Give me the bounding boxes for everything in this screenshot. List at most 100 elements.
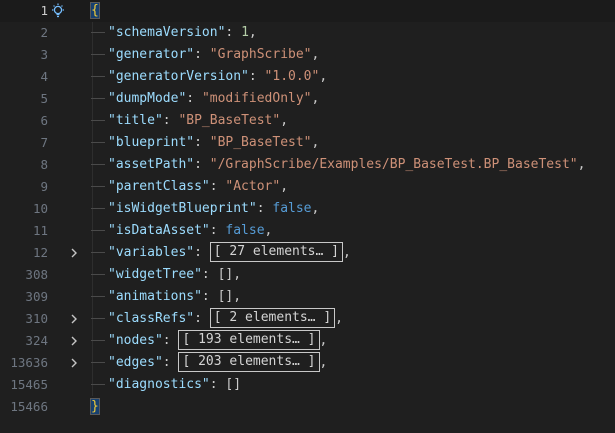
json-key: "classRefs" bbox=[108, 311, 195, 326]
json-punctuation: : bbox=[162, 333, 179, 348]
code-content: "generator": "GraphScribe", bbox=[91, 44, 319, 66]
line-number: 309 bbox=[25, 289, 48, 304]
whitespace-marker bbox=[91, 318, 105, 319]
json-key: "assetPath" bbox=[108, 157, 195, 172]
code-line[interactable]: 4 "generatorVersion": "1.0.0", bbox=[0, 66, 615, 88]
json-string-value: "Actor" bbox=[225, 179, 281, 194]
whitespace-marker bbox=[91, 340, 105, 341]
code-line[interactable]: 12 "variables": [ 27 elements… ], bbox=[0, 242, 615, 264]
code-line[interactable]: 5 "dumpMode": "modifiedOnly", bbox=[0, 88, 615, 110]
code-line[interactable]: 310 "classRefs": [ 2 elements… ], bbox=[0, 308, 615, 330]
collapsed-array-placeholder[interactable]: [ 193 elements… ] bbox=[178, 330, 320, 350]
code-line[interactable]: 13636 "edges": [ 203 elements… ], bbox=[0, 352, 615, 374]
line-number: 2 bbox=[40, 25, 48, 40]
json-punctuation: , bbox=[280, 113, 289, 128]
line-number: 310 bbox=[25, 311, 48, 326]
json-boolean-value: false bbox=[272, 201, 312, 216]
json-punctuation: : [], bbox=[201, 289, 242, 304]
matching-brace: { bbox=[90, 2, 100, 19]
line-number: 4 bbox=[40, 69, 48, 84]
code-line[interactable]: 15466} bbox=[0, 396, 615, 418]
chevron-right-icon[interactable] bbox=[68, 335, 80, 347]
json-punctuation: , bbox=[342, 245, 351, 260]
json-punctuation: , bbox=[311, 47, 320, 62]
whitespace-marker bbox=[91, 274, 105, 275]
code-content: "generatorVersion": "1.0.0", bbox=[91, 66, 327, 88]
json-punctuation: : bbox=[186, 91, 202, 106]
json-key: "schemaVersion" bbox=[108, 25, 226, 40]
json-punctuation: : bbox=[209, 223, 226, 238]
code-content: { bbox=[90, 0, 100, 22]
whitespace-marker bbox=[91, 142, 105, 143]
json-punctuation: , bbox=[311, 91, 320, 106]
collapsed-array-placeholder[interactable]: [ 27 elements… ] bbox=[209, 242, 343, 262]
line-number: 15465 bbox=[10, 377, 48, 392]
json-key: "generatorVersion" bbox=[108, 69, 249, 84]
json-punctuation: : bbox=[209, 179, 226, 194]
whitespace-marker bbox=[91, 54, 105, 55]
code-line[interactable]: 308 "widgetTree": [], bbox=[0, 264, 615, 286]
code-line[interactable]: 3 "generator": "GraphScribe", bbox=[0, 44, 615, 66]
json-punctuation: , bbox=[319, 69, 328, 84]
collapsed-array-placeholder[interactable]: [ 203 elements… ] bbox=[178, 352, 320, 372]
code-line[interactable]: 1{ bbox=[0, 0, 615, 22]
chevron-right-icon[interactable] bbox=[68, 313, 80, 325]
json-punctuation: : bbox=[248, 69, 265, 84]
json-punctuation: : bbox=[194, 245, 210, 260]
json-punctuation: : bbox=[256, 201, 273, 216]
json-number-value: 1 bbox=[241, 25, 249, 40]
json-punctuation: : [] bbox=[209, 377, 242, 392]
json-string-value: "BP_BaseTest" bbox=[209, 135, 312, 150]
line-number: 308 bbox=[25, 267, 48, 282]
whitespace-marker bbox=[91, 208, 105, 209]
code-line[interactable]: 10 "isWidgetBlueprint": false, bbox=[0, 198, 615, 220]
chevron-right-icon[interactable] bbox=[68, 357, 80, 369]
json-punctuation: , bbox=[319, 355, 328, 370]
code-content: "parentClass": "Actor", bbox=[91, 176, 288, 198]
code-content: "edges": [ 203 elements… ], bbox=[91, 352, 327, 374]
code-line[interactable]: 309 "animations": [], bbox=[0, 286, 615, 308]
line-number: 15466 bbox=[10, 399, 48, 414]
code-content: "isDataAsset": false, bbox=[91, 220, 272, 242]
line-number: 9 bbox=[40, 179, 48, 194]
json-key: "blueprint" bbox=[108, 135, 195, 150]
code-content: } bbox=[90, 396, 100, 418]
code-content: "animations": [], bbox=[91, 286, 241, 308]
line-number: 1 bbox=[40, 3, 48, 18]
json-boolean-value: false bbox=[225, 223, 265, 238]
json-string-value: "/GraphScribe/Examples/BP_BaseTest.BP_Ba… bbox=[209, 157, 578, 172]
code-content: "title": "BP_BaseTest", bbox=[91, 110, 288, 132]
line-number: 5 bbox=[40, 91, 48, 106]
json-key: "nodes" bbox=[108, 333, 163, 348]
line-number: 7 bbox=[40, 135, 48, 150]
json-key: "edges" bbox=[108, 355, 163, 370]
json-editor[interactable]: 1{2 "schemaVersion": 1, 3 "generator": "Gra… bbox=[0, 0, 615, 433]
json-punctuation: : bbox=[225, 25, 242, 40]
code-line[interactable]: 15465 "diagnostics": [] bbox=[0, 374, 615, 396]
code-line[interactable]: 324 "nodes": [ 193 elements… ], bbox=[0, 330, 615, 352]
code-line[interactable]: 11 "isDataAsset": false, bbox=[0, 220, 615, 242]
collapsed-array-placeholder[interactable]: [ 2 elements… ] bbox=[209, 308, 336, 328]
whitespace-marker bbox=[91, 230, 105, 231]
json-punctuation: , bbox=[311, 201, 320, 216]
code-line[interactable]: 9 "parentClass": "Actor", bbox=[0, 176, 615, 198]
json-string-value: "modifiedOnly" bbox=[201, 91, 312, 106]
lightbulb-icon[interactable] bbox=[50, 3, 66, 19]
code-line[interactable]: 2 "schemaVersion": 1, bbox=[0, 22, 615, 44]
json-key: "variables" bbox=[108, 245, 195, 260]
json-punctuation: : bbox=[194, 47, 210, 62]
code-line[interactable]: 6 "title": "BP_BaseTest", bbox=[0, 110, 615, 132]
code-line[interactable]: 7 "blueprint": "BP_BaseTest", bbox=[0, 132, 615, 154]
line-number: 6 bbox=[40, 113, 48, 128]
json-punctuation: : bbox=[194, 311, 210, 326]
json-punctuation: , bbox=[577, 157, 586, 172]
line-number: 3 bbox=[40, 47, 48, 62]
json-key: "diagnostics" bbox=[108, 377, 210, 392]
chevron-right-icon[interactable] bbox=[68, 247, 80, 259]
code-content: "widgetTree": [], bbox=[91, 264, 241, 286]
json-punctuation: , bbox=[264, 223, 273, 238]
code-line[interactable]: 8 "assetPath": "/GraphScribe/Examples/BP_… bbox=[0, 154, 615, 176]
code-content: "dumpMode": "modifiedOnly", bbox=[91, 88, 319, 110]
line-number: 324 bbox=[25, 333, 48, 348]
whitespace-marker bbox=[91, 98, 105, 99]
